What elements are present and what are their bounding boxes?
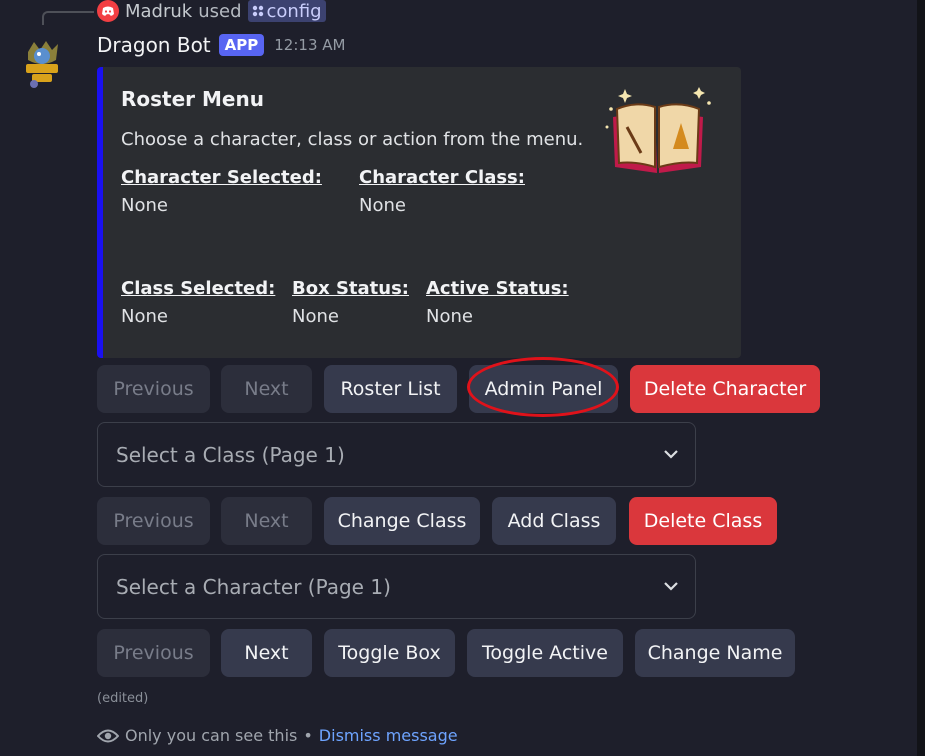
roster-embed: Roster Menu Choose a character, class or… [97,67,741,358]
separator: • [303,726,313,745]
timestamp[interactable]: 12:13 AM [274,36,345,54]
next-button[interactable]: Next [221,365,312,413]
discord-icon [97,0,119,22]
change-class-button[interactable]: Change Class [324,497,480,545]
edited-label: (edited) [97,691,149,706]
character-select[interactable]: Select a Character (Page 1) [97,554,696,619]
eye-icon [97,729,119,742]
field-value: None [359,195,406,216]
command-mention[interactable]: config [247,0,326,22]
field-name: Box Status: [292,278,410,299]
ephemeral-notice: Only you can see this • Dismiss message [97,726,458,745]
slash-command-icon [252,1,264,22]
field-value: None [121,195,168,216]
previous-button[interactable]: Previous [97,497,210,545]
field-name: Character Class: [359,167,525,188]
chevron-down-icon [664,582,678,591]
field-name: Active Status: [426,278,569,299]
next-button[interactable]: Next [221,629,312,677]
field-character-selected: Character Selected: None [121,167,322,216]
field-name: Class Selected: [121,278,276,299]
admin-panel-button[interactable]: Admin Panel [469,365,618,413]
bot-avatar[interactable] [22,38,62,90]
field-name: Character Selected: [121,167,322,188]
chevron-down-icon [664,450,678,459]
class-select[interactable]: Select a Class (Page 1) [97,422,696,487]
toggle-active-button[interactable]: Toggle Active [467,629,623,677]
previous-button[interactable]: Previous [97,365,210,413]
message-header: Dragon Bot APP 12:13 AM [97,33,345,57]
bot-name[interactable]: Dragon Bot [97,33,211,57]
embed-description: Choose a character, class or action from… [121,129,584,150]
add-class-button[interactable]: Add Class [492,497,616,545]
app-tag: APP [218,34,265,56]
dismiss-message-link[interactable]: Dismiss message [319,726,458,745]
field-character-class: Character Class: None [359,167,525,216]
reply-username[interactable]: Madruk [125,1,192,22]
field-class-selected: Class Selected: None [121,278,275,327]
reply-spine [42,11,94,25]
reply-action: used [198,0,242,22]
change-name-button[interactable]: Change Name [635,629,795,677]
command-name: config [266,0,322,22]
scrollbar-track [917,0,925,756]
field-value: None [121,306,168,327]
field-value: None [292,306,339,327]
field-value: None [426,306,473,327]
roster-list-button[interactable]: Roster List [324,365,457,413]
spellbook-thumbnail[interactable] [605,83,715,179]
delete-class-button[interactable]: Delete Class [629,497,777,545]
next-button[interactable]: Next [221,497,312,545]
field-box-status: Box Status: None [292,278,409,327]
reply-reference[interactable]: Madruk used config [97,0,326,22]
embed-title: Roster Menu [121,87,264,111]
ephemeral-text: Only you can see this [125,726,298,745]
field-active-status: Active Status: None [426,278,569,327]
toggle-box-button[interactable]: Toggle Box [324,629,455,677]
class-select-placeholder: Select a Class (Page 1) [116,442,345,467]
delete-character-button[interactable]: Delete Character [630,365,820,413]
previous-button[interactable]: Previous [97,629,210,677]
character-select-placeholder: Select a Character (Page 1) [116,574,391,599]
